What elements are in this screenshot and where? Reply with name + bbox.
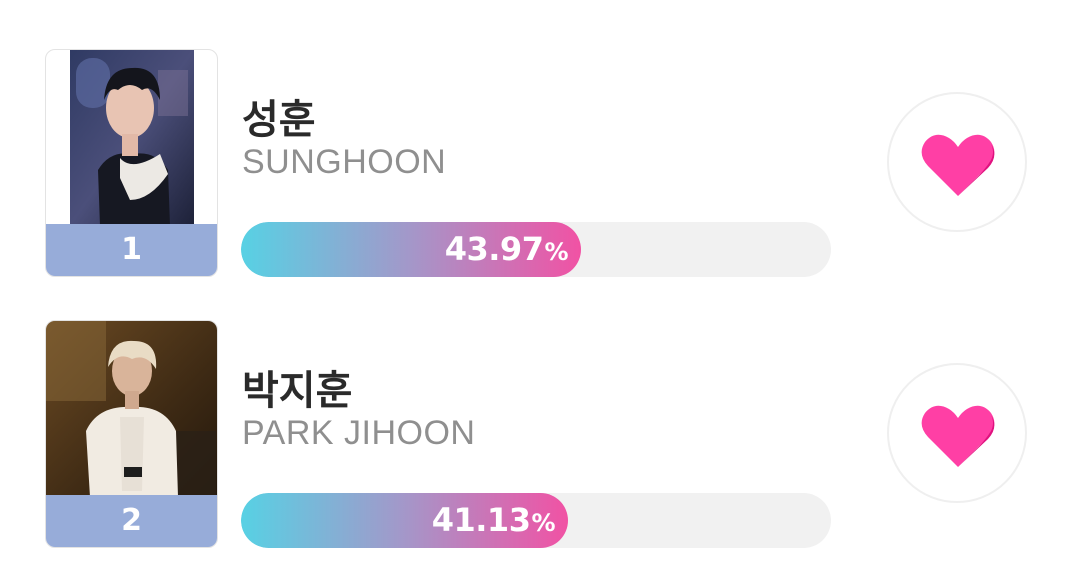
vote-button[interactable]: [887, 92, 1027, 232]
vote-progress-fill: 43.97%: [241, 222, 581, 277]
candidate-photo: [70, 50, 194, 226]
ranking-row: 1 성훈 SUNGHOON 43.97%: [0, 49, 1079, 279]
vote-progress-track: 41.13%: [241, 493, 831, 548]
percentage-unit: %: [544, 238, 568, 266]
candidate-photo-card[interactable]: 2: [45, 320, 218, 548]
vote-button[interactable]: [887, 363, 1027, 503]
candidate-name-korean: 성훈: [242, 97, 316, 143]
candidate-photo: [46, 321, 217, 497]
candidate-name-english: SUNGHOON: [242, 143, 447, 181]
heart-icon: [921, 134, 995, 196]
candidate-name-korean: 박지훈: [242, 368, 353, 414]
percentage-value: 41.13: [431, 501, 531, 539]
vote-progress-fill: 41.13%: [241, 493, 568, 548]
heart-icon: [921, 405, 995, 467]
vote-percentage: 43.97%: [444, 222, 569, 277]
candidate-name-english: PARK JIHOON: [242, 414, 476, 452]
vote-percentage: 41.13%: [431, 493, 556, 548]
candidate-photo-card[interactable]: 1: [45, 49, 218, 277]
rank-badge: 1: [46, 224, 217, 276]
percentage-value: 43.97: [444, 230, 544, 268]
percentage-unit: %: [531, 509, 555, 537]
ranking-row: 2 박지훈 PARK JIHOON 41.13%: [0, 320, 1079, 550]
rank-badge: 2: [46, 495, 217, 547]
vote-progress-track: 43.97%: [241, 222, 831, 277]
